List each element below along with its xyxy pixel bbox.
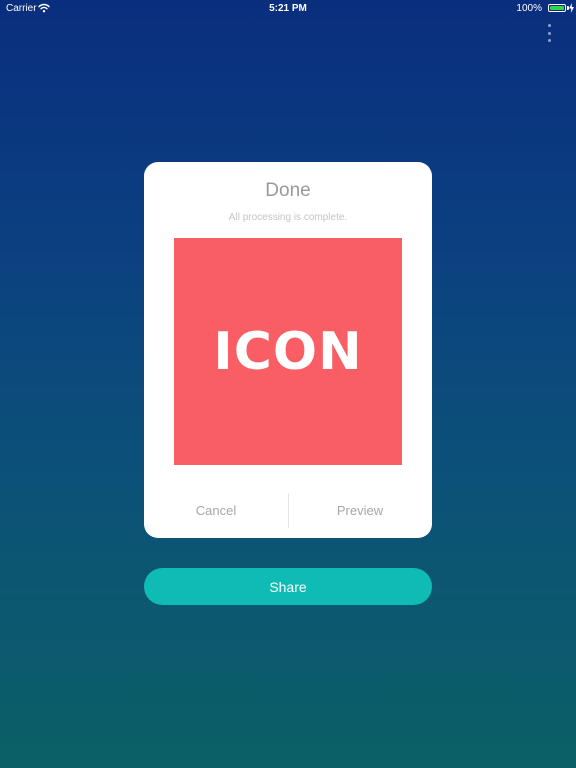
completion-dialog: Done All processing is complete. ICON Ca… xyxy=(144,162,432,538)
battery-percentage: 100% xyxy=(516,3,542,14)
dialog-title: Done xyxy=(265,180,311,201)
generated-icon-preview: ICON xyxy=(174,238,402,465)
battery-icon xyxy=(548,4,566,12)
battery-level xyxy=(550,6,564,10)
charging-bolt-icon xyxy=(569,3,574,13)
more-dot xyxy=(547,24,551,27)
more-dot xyxy=(547,31,551,35)
status-bar: Carrier 5:21 PM 100% xyxy=(0,0,576,18)
icon-preview-label: ICON xyxy=(213,321,363,382)
share-button[interactable]: Share xyxy=(144,568,432,605)
status-time: 5:21 PM xyxy=(269,3,307,14)
dialog-actions: Cancel Preview xyxy=(144,492,432,528)
dialog-subtitle: All processing is complete. xyxy=(228,212,348,223)
more-vertical-icon[interactable] xyxy=(542,22,556,44)
cancel-button[interactable]: Cancel xyxy=(144,492,288,528)
preview-button[interactable]: Preview xyxy=(288,492,432,528)
more-dot xyxy=(547,39,551,42)
